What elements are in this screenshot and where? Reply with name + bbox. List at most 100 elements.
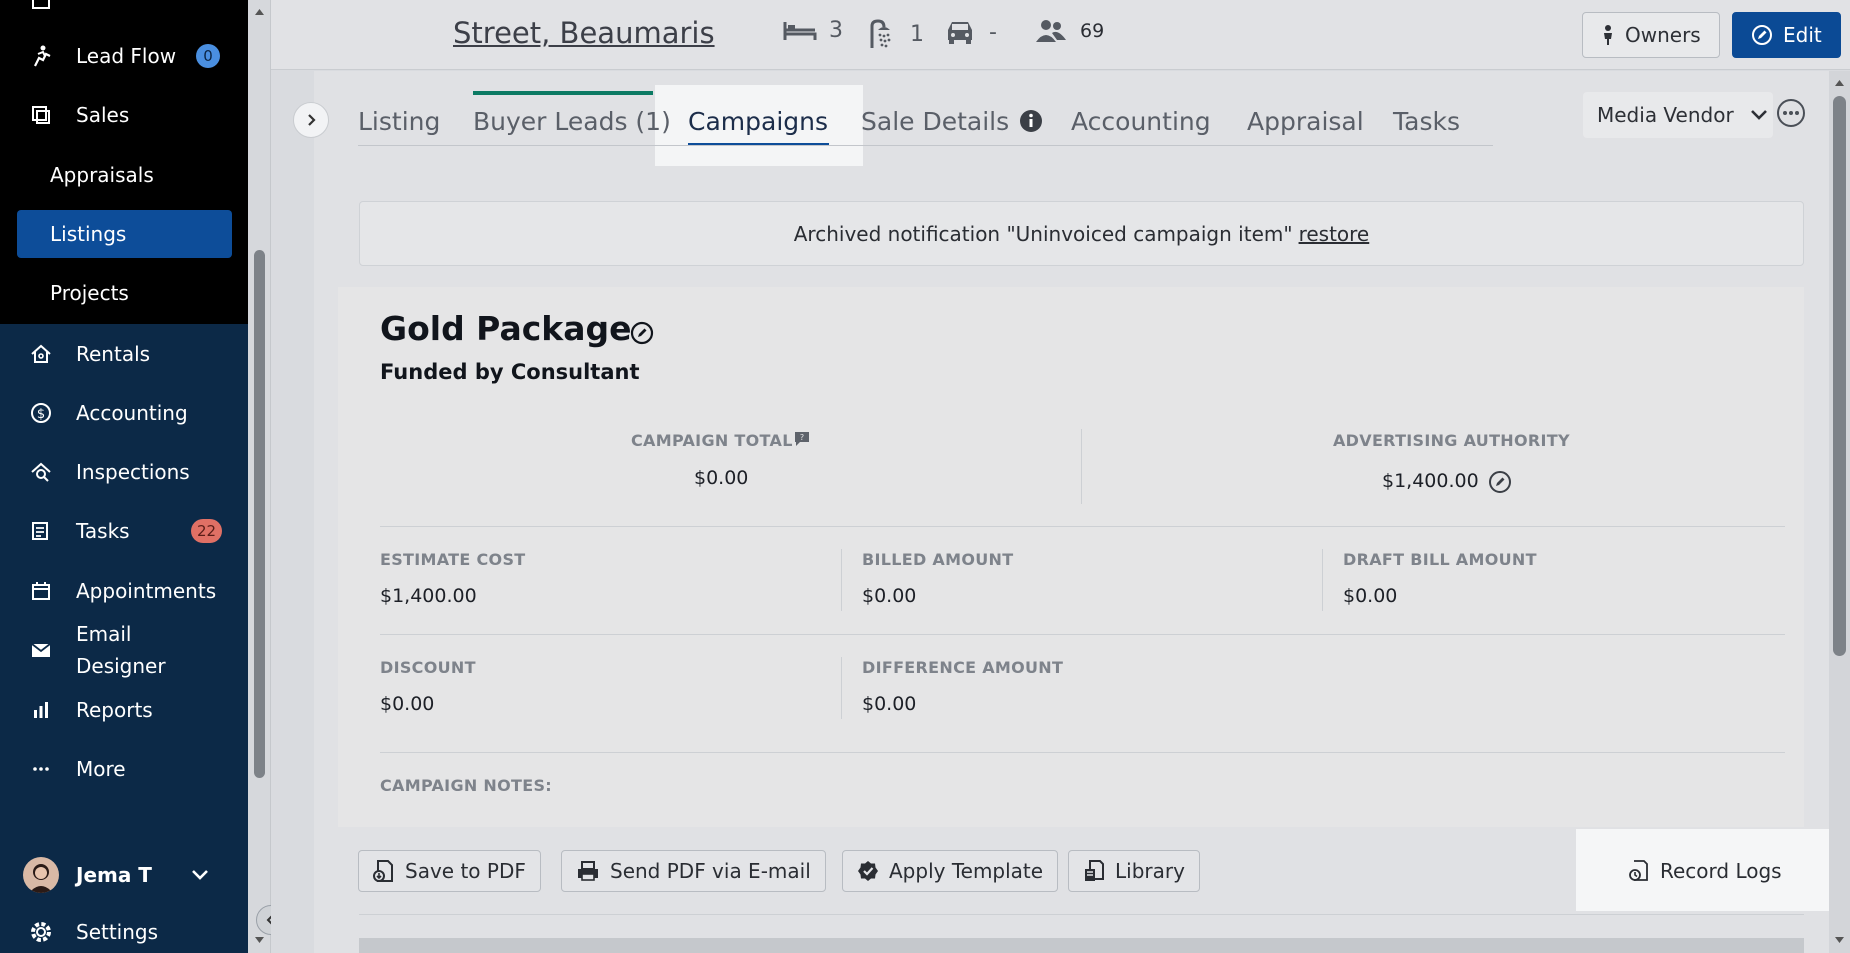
- draft-bill-label: DRAFT BILL AMOUNT: [1343, 550, 1537, 569]
- printer-icon: [578, 861, 598, 881]
- bed-icon: [783, 21, 817, 40]
- sidebar-item-label: Rentals: [76, 342, 151, 366]
- more-options-button[interactable]: [1777, 99, 1805, 127]
- verified-badge-icon: [858, 861, 878, 881]
- gear-icon: [28, 919, 54, 945]
- divider: [1322, 549, 1323, 611]
- tasks-icon: [28, 518, 54, 544]
- sidebar-item-accounting[interactable]: $ Accounting: [0, 387, 248, 439]
- ellipsis-icon: [28, 756, 54, 782]
- sidebar-subitem-listings[interactable]: Listings: [17, 210, 232, 258]
- scroll-up-arrow-icon[interactable]: [254, 8, 265, 16]
- sidebar-item-properties[interactable]: [0, 0, 248, 26]
- sidebar-item-lead-flow[interactable]: Lead Flow 0: [0, 30, 248, 82]
- scroll-down-arrow-icon[interactable]: [254, 936, 265, 944]
- sidebar-item-settings[interactable]: Settings: [0, 906, 248, 953]
- next-section-header: [359, 938, 1804, 953]
- discount-label: DISCOUNT: [380, 658, 476, 677]
- edit-button[interactable]: Edit: [1732, 12, 1841, 58]
- main-scroll-thumb[interactable]: [1833, 96, 1846, 656]
- sales-icon: [28, 102, 54, 128]
- bedrooms-count: 3: [783, 18, 843, 43]
- notification-text: Archived notification "Uninvoiced campai…: [793, 221, 1293, 246]
- apply-template-button[interactable]: Apply Template: [842, 850, 1059, 892]
- comment-icon[interactable]: ?: [793, 430, 811, 448]
- tab-listing[interactable]: Listing: [358, 96, 440, 146]
- library-button[interactable]: Library: [1068, 850, 1200, 892]
- sidebar-subitem-appraisals[interactable]: Appraisals: [17, 151, 232, 199]
- campaign-card: Gold Package Funded by Consultant CAMPAI…: [338, 287, 1804, 827]
- tasks-badge: 22: [191, 519, 223, 543]
- svg-text:$: $: [37, 407, 45, 422]
- send-pdf-email-label: Send PDF via E-mail: [610, 859, 811, 883]
- sidebar-item-label: Inspections: [76, 460, 190, 484]
- mail-icon: [28, 637, 54, 663]
- campaign-total-value: $0.00: [694, 467, 749, 489]
- info-icon[interactable]: [1019, 109, 1043, 133]
- advertising-authority-value: $1,400.00: [1382, 470, 1479, 492]
- sidebar-item-label: Lead Flow: [76, 44, 177, 68]
- sidebar-item-label: Accounting: [76, 401, 188, 425]
- tab-tasks[interactable]: Tasks: [1393, 96, 1460, 146]
- tab-bar: Listing Buyer Leads (1) Campaigns Sale D…: [358, 96, 1493, 146]
- edit-icon: [1752, 25, 1772, 45]
- edit-authority-icon[interactable]: [1488, 470, 1512, 494]
- draft-bill-value: $0.00: [1343, 585, 1398, 607]
- difference-amount-label: DIFFERENCE AMOUNT: [862, 658, 1064, 677]
- shower-icon: [870, 19, 891, 48]
- vendor-select[interactable]: Media Vendor: [1583, 92, 1773, 138]
- campaign-title: Gold Package: [380, 309, 632, 348]
- sidebar-scroll-thumb[interactable]: [254, 250, 265, 778]
- ellipsis-icon: [1783, 111, 1799, 115]
- sidebar-item-inspections[interactable]: Inspections: [0, 446, 248, 498]
- contacts-count: 69: [1034, 18, 1104, 44]
- sidebar-scrollbar[interactable]: [248, 0, 271, 953]
- save-to-pdf-button[interactable]: Save to PDF: [358, 850, 541, 892]
- sidebar-item-appointments[interactable]: Appointments: [0, 565, 248, 617]
- sidebar-item-tasks[interactable]: Tasks 22: [0, 505, 248, 557]
- tab-buyer-leads[interactable]: Buyer Leads (1): [473, 96, 671, 146]
- listing-address[interactable]: Street, Beaumaris: [453, 16, 715, 50]
- tab-campaigns[interactable]: Campaigns: [688, 96, 828, 146]
- campaign-total-label: CAMPAIGN TOTAL: [631, 431, 793, 450]
- vendor-select-value: Media Vendor: [1597, 103, 1734, 127]
- sidebar-item-label: Tasks: [76, 519, 130, 543]
- restore-link[interactable]: restore: [1299, 222, 1370, 246]
- sidebar-item-email-designer[interactable]: Email Designer: [0, 618, 248, 682]
- sidebar-item-more[interactable]: More: [0, 743, 248, 795]
- owners-button[interactable]: Owners: [1582, 12, 1720, 58]
- bedrooms-value: 3: [829, 18, 843, 43]
- tab-appraisal[interactable]: Appraisal: [1247, 96, 1364, 146]
- billed-amount-label: BILLED AMOUNT: [862, 550, 1014, 569]
- sidebar-item-label: Settings: [76, 920, 159, 944]
- sidebar-item-rentals[interactable]: Rentals: [0, 328, 248, 380]
- tab-accounting[interactable]: Accounting: [1071, 96, 1211, 146]
- calendar-icon: [28, 578, 54, 604]
- send-pdf-email-button[interactable]: Send PDF via E-mail: [561, 850, 826, 892]
- record-logs-label: Record Logs: [1660, 859, 1782, 883]
- home-icon: [28, 341, 54, 367]
- user-name: Jema T: [76, 863, 152, 887]
- people-icon: [1036, 20, 1066, 42]
- record-logs-icon: [1629, 860, 1648, 881]
- car-icon: [948, 22, 972, 44]
- sidebar-item-label-line2: Designer: [76, 654, 166, 678]
- listing-header: Street, Beaumaris 3 1 - 69 Owners Edit: [271, 0, 1850, 70]
- divider: [380, 526, 1785, 527]
- record-logs-button[interactable]: Record Logs: [1628, 856, 1782, 886]
- main-scrollbar[interactable]: [1829, 71, 1850, 953]
- tab-sale-details[interactable]: Sale Details: [861, 96, 1043, 146]
- sidebar-item-sales[interactable]: Sales: [0, 89, 248, 141]
- sidebar-subitem-projects[interactable]: Projects: [17, 269, 232, 317]
- sidebar-item-reports[interactable]: Reports: [0, 684, 248, 736]
- scroll-down-arrow-icon[interactable]: [1834, 936, 1845, 944]
- carspaces-value: -: [989, 19, 997, 45]
- scroll-up-arrow-icon[interactable]: [1834, 79, 1845, 87]
- contacts-value: 69: [1080, 20, 1105, 42]
- sidebar-item-label: Sales: [76, 103, 130, 127]
- sidebar: Lead Flow 0 Sales Appraisals Listings Pr…: [0, 0, 248, 953]
- edit-campaign-icon[interactable]: [630, 321, 654, 345]
- sidebar-user-menu[interactable]: Jema T: [0, 849, 248, 901]
- expand-panel-button[interactable]: [293, 102, 329, 138]
- properties-icon: [28, 0, 54, 13]
